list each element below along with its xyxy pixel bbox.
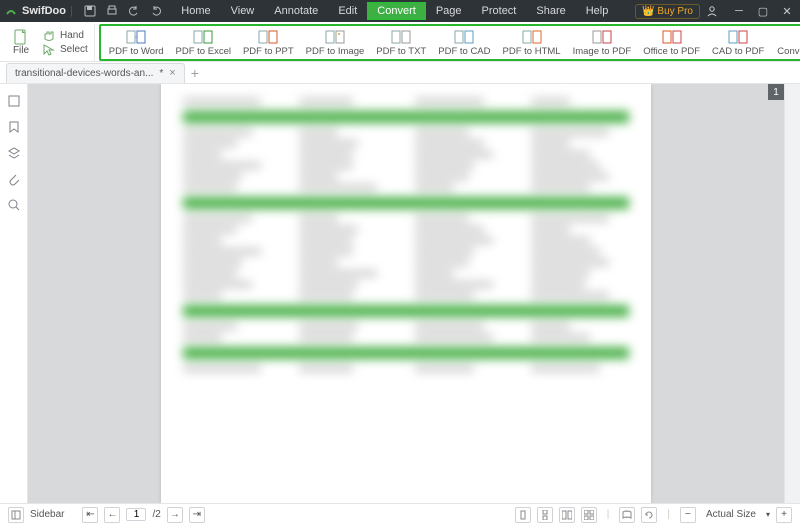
- thumbnails-icon[interactable]: [7, 94, 21, 108]
- page-indicator-badge: 1: [768, 84, 784, 100]
- file-icon: [12, 29, 30, 45]
- maximize-icon[interactable]: ▢: [754, 5, 772, 18]
- menu-protect[interactable]: Protect: [472, 2, 527, 20]
- zoom-chevron-down-icon[interactable]: ▾: [766, 510, 770, 519]
- sidebar-label: Sidebar: [30, 509, 64, 520]
- hand-icon: [42, 30, 56, 42]
- view-facing-continuous-icon[interactable]: [581, 507, 597, 523]
- zoom-out-button[interactable]: −: [680, 507, 696, 523]
- rotate-icon[interactable]: [641, 507, 657, 523]
- document-tabbar: transitional-devices-words-an... * × +: [0, 62, 800, 84]
- cad-to-pdf-icon: [728, 29, 748, 45]
- menu-share[interactable]: Share: [526, 2, 575, 20]
- pdf-to-txt-icon: [391, 29, 411, 45]
- close-tab-icon[interactable]: ×: [169, 67, 175, 79]
- document-viewport[interactable]: [28, 84, 784, 503]
- view-continuous-icon[interactable]: [537, 507, 553, 523]
- save-icon[interactable]: [83, 4, 97, 18]
- image-to-pdf-button[interactable]: Image to PDF: [567, 27, 638, 58]
- pdf-to-word-icon: [126, 29, 146, 45]
- document-tab-label: transitional-devices-words-an...: [15, 68, 153, 79]
- prev-page-button[interactable]: ←: [104, 507, 120, 523]
- hand-tool[interactable]: Hand: [42, 30, 88, 42]
- sidebar-toggle[interactable]: [8, 507, 24, 523]
- menu-edit[interactable]: Edit: [328, 2, 367, 20]
- minimize-icon[interactable]: ─: [730, 5, 748, 17]
- pdf-to-image-icon: [325, 29, 345, 45]
- app-name: SwifDoo: [22, 5, 66, 17]
- page-total-label: /2: [152, 509, 160, 520]
- pdf-to-html-button[interactable]: PDF to HTML: [497, 27, 567, 58]
- select-tool[interactable]: Select: [42, 44, 88, 56]
- menu-view[interactable]: View: [221, 2, 265, 20]
- layers-icon[interactable]: [7, 146, 21, 160]
- attachment-icon[interactable]: [7, 172, 21, 186]
- workspace: 1: [0, 84, 800, 503]
- hand-label: Hand: [60, 30, 84, 41]
- pdf-to-ppt-button[interactable]: PDF to PPT: [237, 27, 300, 58]
- page-number-input[interactable]: [126, 508, 146, 521]
- pdf-page: [161, 84, 651, 503]
- document-modified-indicator: *: [159, 68, 163, 79]
- vertical-scrollbar[interactable]: [784, 84, 800, 503]
- redo-icon[interactable]: [149, 4, 163, 18]
- buy-pro-button[interactable]: 👑 Buy Pro: [635, 4, 700, 19]
- pdf-to-image-button[interactable]: PDF to Image: [300, 27, 371, 58]
- app-logo-icon: [4, 4, 18, 18]
- convert-to-scan-button[interactable]: Convert to Scan: [771, 27, 800, 58]
- left-sidebar: [0, 84, 28, 503]
- zoom-in-button[interactable]: +: [776, 507, 792, 523]
- file-label: File: [13, 45, 29, 56]
- select-label: Select: [60, 44, 88, 55]
- image-to-pdf-icon: [592, 29, 612, 45]
- first-page-button[interactable]: ⇤: [82, 507, 98, 523]
- cad-to-pdf-button[interactable]: CAD to PDF: [706, 27, 770, 58]
- menu-page[interactable]: Page: [426, 2, 472, 20]
- user-icon[interactable]: [706, 5, 724, 17]
- office-to-pdf-icon: [662, 29, 682, 45]
- titlebar-right: 👑 Buy Pro ─ ▢ ✕: [635, 4, 796, 19]
- next-page-button[interactable]: →: [167, 507, 183, 523]
- menu-annotate[interactable]: Annotate: [264, 2, 328, 20]
- convert-group: PDF to Word PDF to Excel PDF to PPT PDF …: [99, 24, 800, 61]
- pdf-to-cad-icon: [454, 29, 474, 45]
- menu-home[interactable]: Home: [171, 2, 220, 20]
- office-to-pdf-button[interactable]: Office to PDF: [637, 27, 706, 58]
- pdf-to-cad-button[interactable]: PDF to CAD: [432, 27, 496, 58]
- main-menu: Home View Annotate Edit Convert Page Pro…: [171, 2, 618, 20]
- document-tab[interactable]: transitional-devices-words-an... * ×: [6, 63, 185, 83]
- pdf-to-word-button[interactable]: PDF to Word: [103, 27, 170, 58]
- read-mode-icon[interactable]: [619, 507, 635, 523]
- close-icon[interactable]: ✕: [778, 5, 796, 18]
- pdf-to-excel-icon: [193, 29, 213, 45]
- cursor-icon: [42, 44, 56, 56]
- ribbon-convert: File Hand Select PDF to Word PDF to Exce…: [0, 22, 800, 62]
- titlebar: SwifDoo | Home View Annotate Edit Conver…: [0, 0, 800, 22]
- pdf-to-excel-button[interactable]: PDF to Excel: [170, 27, 237, 58]
- view-facing-icon[interactable]: [559, 507, 575, 523]
- pdf-to-txt-button[interactable]: PDF to TXT: [370, 27, 432, 58]
- bookmarks-icon[interactable]: [7, 120, 21, 134]
- search-icon[interactable]: [7, 198, 21, 212]
- pdf-to-html-icon: [522, 29, 542, 45]
- file-button[interactable]: File: [6, 24, 36, 61]
- new-tab-button[interactable]: +: [191, 65, 199, 81]
- menu-help[interactable]: Help: [576, 2, 619, 20]
- undo-icon[interactable]: [127, 4, 141, 18]
- last-page-button[interactable]: ⇥: [189, 507, 205, 523]
- zoom-label[interactable]: Actual Size: [702, 509, 760, 520]
- pdf-to-ppt-icon: [258, 29, 278, 45]
- view-single-page-icon[interactable]: [515, 507, 531, 523]
- status-bar: Sidebar ⇤ ← /2 → ⇥ | | − Actual Size ▾ +: [0, 503, 800, 525]
- quick-access-toolbar: [83, 4, 163, 18]
- menu-convert[interactable]: Convert: [367, 2, 426, 20]
- print-icon[interactable]: [105, 4, 119, 18]
